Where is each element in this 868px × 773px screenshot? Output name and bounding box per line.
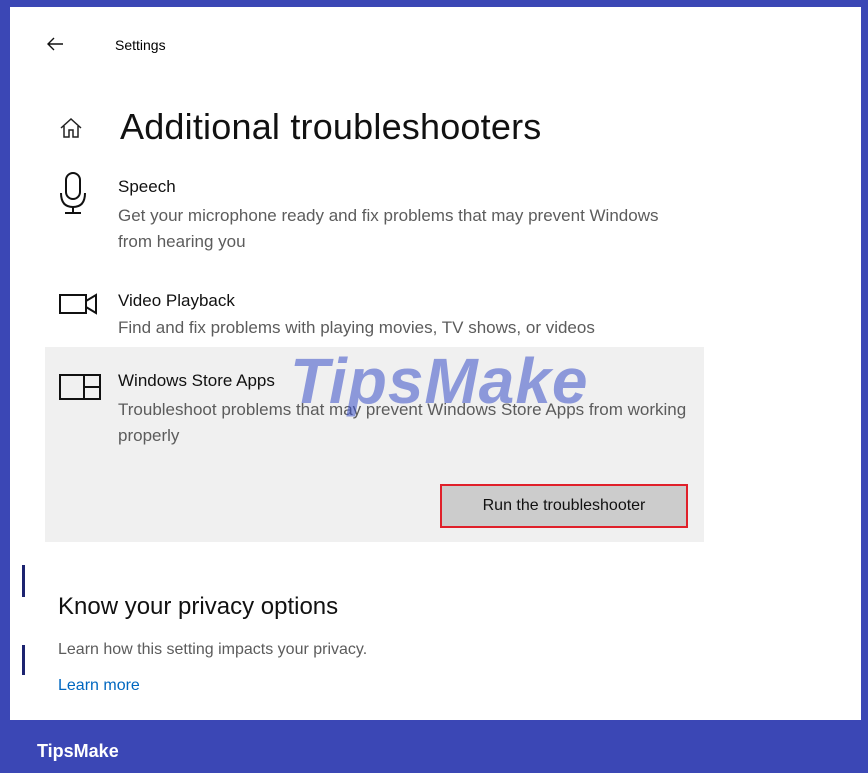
privacy-heading: Know your privacy options <box>58 593 339 620</box>
back-button[interactable] <box>40 29 70 59</box>
settings-window: Settings Additional troubleshooters Spee… <box>10 7 861 720</box>
frame-edge-mark <box>22 565 25 597</box>
learn-more-link[interactable]: Learn more <box>58 677 140 695</box>
troubleshooter-name: Windows Store Apps <box>118 371 275 390</box>
troubleshooter-name: Video Playback <box>118 291 235 310</box>
page-title: Additional troubleshooters <box>120 106 542 147</box>
troubleshooter-description: Get your microphone ready and fix proble… <box>118 206 659 251</box>
privacy-description: Learn how this setting impacts your priv… <box>58 641 368 658</box>
arrow-left-icon <box>47 37 63 51</box>
troubleshooter-name: Speech <box>118 177 176 196</box>
troubleshooter-description: Find and fix problems with playing movie… <box>118 318 595 337</box>
footer-brand: TipsMake <box>37 741 119 761</box>
frame-edge-mark <box>22 645 25 675</box>
title-bar: Settings <box>10 7 861 85</box>
troubleshooter-video-playback[interactable]: Video Playback Find and fix problems wit… <box>45 277 704 347</box>
window-title: Settings <box>115 37 166 53</box>
microphone-icon <box>60 172 86 214</box>
home-icon[interactable] <box>58 115 84 141</box>
troubleshooter-description: Troubleshoot problems that may prevent W… <box>118 400 687 445</box>
store-apps-icon <box>59 374 101 400</box>
run-troubleshooter-button[interactable]: Run the troubleshooter <box>440 484 688 528</box>
video-camera-icon <box>59 293 97 315</box>
run-troubleshooter-label: Run the troubleshooter <box>445 489 683 523</box>
troubleshooter-speech[interactable]: Speech Get your microphone ready and fix… <box>45 167 704 257</box>
